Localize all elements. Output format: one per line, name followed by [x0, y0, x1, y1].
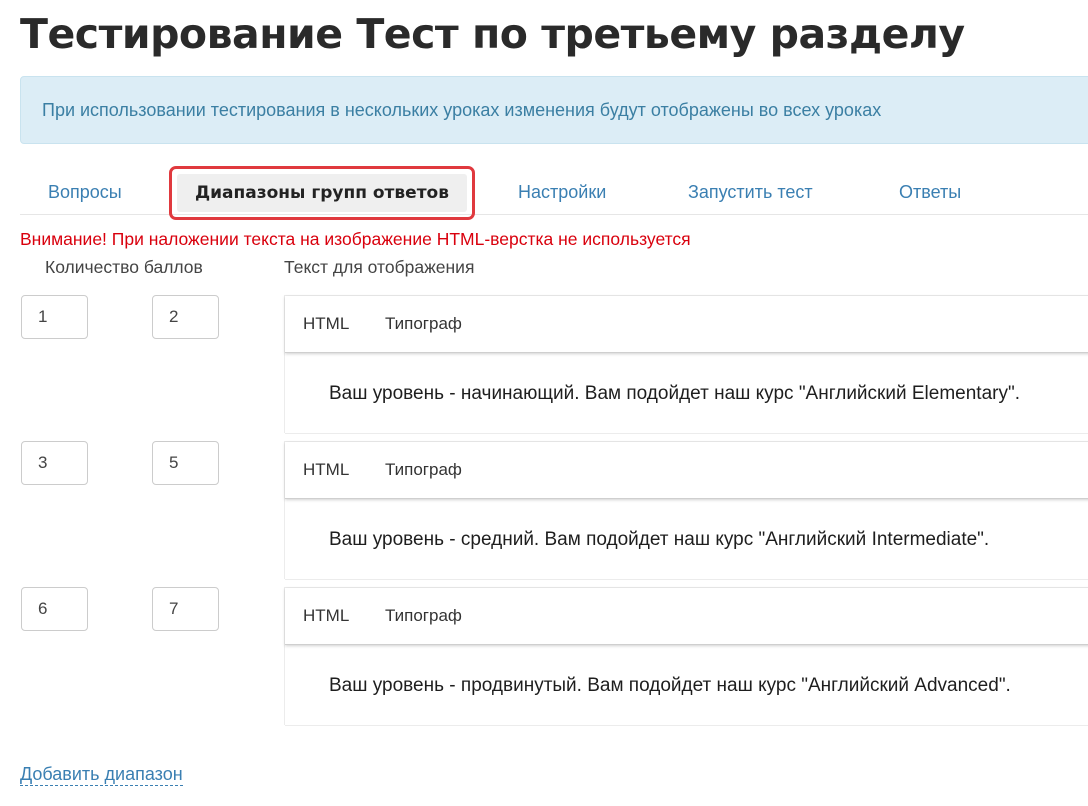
score-column-label: Количество баллов [45, 257, 203, 277]
info-alert: При использовании тестирования в несколь… [20, 76, 1088, 144]
typograph-button[interactable]: Типограф [385, 296, 462, 352]
text-column-label: Текст для отображения [284, 257, 475, 277]
tab-run-test[interactable]: Запустить тест [688, 166, 813, 214]
range-from-input[interactable] [21, 441, 88, 485]
editor-toolbar: HTML Типограф [285, 588, 1088, 645]
range-to-input[interactable] [152, 441, 219, 485]
range-text-editor: HTML Типограф Ваш уровень - продвинутый.… [284, 587, 1088, 726]
editor-content[interactable]: Ваш уровень - продвинутый. Вам подойдет … [285, 645, 1088, 726]
editor-toolbar: HTML Типограф [285, 296, 1088, 353]
range-from-input[interactable] [21, 587, 88, 631]
range-text-editor: HTML Типограф Ваш уровень - средний. Вам… [284, 441, 1088, 580]
tabs-bar: Вопросы Диапазоны групп ответов Настройк… [20, 166, 1088, 220]
range-display-text: Ваш уровень - начинающий. Вам подойдет н… [329, 383, 1020, 404]
range-display-text: Ваш уровень - продвинутый. Вам подойдет … [329, 675, 1011, 696]
range-display-text: Ваш уровень - средний. Вам подойдет наш … [329, 529, 990, 550]
range-to-input[interactable] [152, 587, 219, 631]
add-range-link[interactable]: Добавить диапазон [20, 763, 183, 786]
editor-content[interactable]: Ваш уровень - начинающий. Вам подойдет н… [285, 353, 1088, 434]
html-mode-button[interactable]: HTML [303, 296, 349, 352]
html-mode-button[interactable]: HTML [303, 442, 349, 498]
html-warning: Внимание! При наложении текста на изобра… [20, 229, 691, 249]
html-mode-button[interactable]: HTML [303, 588, 349, 644]
tab-answer-group-ranges[interactable]: Диапазоны групп ответов [169, 166, 475, 220]
tab-settings[interactable]: Настройки [518, 166, 606, 214]
tab-questions[interactable]: Вопросы [48, 166, 122, 214]
tab-answers[interactable]: Ответы [899, 166, 961, 214]
page: Тестирование Тест по третьему разделу Пр… [0, 0, 1088, 806]
range-from-input[interactable] [21, 295, 88, 339]
range-text-editor: HTML Типограф Ваш уровень - начинающий. … [284, 295, 1088, 434]
tab-answer-group-ranges-label: Диапазоны групп ответов [195, 183, 449, 203]
page-title: Тестирование Тест по третьему разделу [20, 10, 965, 58]
range-to-input[interactable] [152, 295, 219, 339]
typograph-button[interactable]: Типограф [385, 442, 462, 498]
editor-toolbar: HTML Типограф [285, 442, 1088, 499]
editor-content[interactable]: Ваш уровень - средний. Вам подойдет наш … [285, 499, 1088, 580]
typograph-button[interactable]: Типограф [385, 588, 462, 644]
